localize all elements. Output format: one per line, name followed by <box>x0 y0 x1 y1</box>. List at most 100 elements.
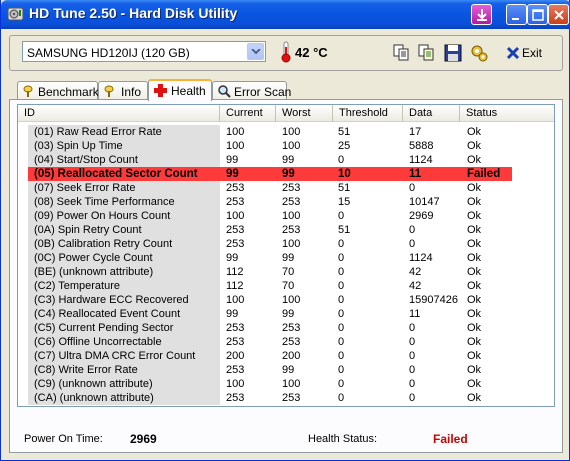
options-icon[interactable] <box>470 44 488 62</box>
cell-worst: 253 <box>282 392 301 404</box>
table-row[interactable]: (01) Raw Read Error Rate 100 100 51 17 Ok <box>18 125 554 139</box>
cell-status: Ok <box>467 336 482 348</box>
cell-worst: 100 <box>282 126 301 138</box>
table-row[interactable]: (BE) (unknown attribute) 112 70 0 42 Ok <box>18 265 554 279</box>
maximize-button[interactable] <box>527 4 548 25</box>
cell-data: 42 <box>409 280 422 292</box>
tab-health[interactable]: Health <box>148 79 212 101</box>
column-header-status[interactable]: Status <box>460 105 554 122</box>
cell-status: Ok <box>467 280 482 292</box>
cell-data: 2969 <box>409 210 434 222</box>
table-row[interactable]: (07) Seek Error Rate 253 253 51 0 Ok <box>18 181 554 195</box>
cell-current: 253 <box>226 224 245 236</box>
table-row[interactable]: (08) Seek Time Performance 253 253 15 10147 O… <box>18 195 554 209</box>
cell-threshold: 0 <box>338 154 345 166</box>
tray-button[interactable] <box>471 4 492 25</box>
cell-threshold: 0 <box>338 392 345 404</box>
tab-benchmark[interactable]: Benchmark <box>17 81 99 100</box>
cell-status: Ok <box>467 154 482 166</box>
table-row[interactable]: (CA) (unknown attribute) 253 253 0 0 Ok <box>18 391 554 405</box>
power-on-time-value: 2969 <box>130 432 157 446</box>
table-row[interactable]: (C3) Hardware ECC Recovered 100 100 0 159074… <box>18 293 554 307</box>
cell-worst: 253 <box>282 224 301 236</box>
cell-id: (08) Seek Time Performance <box>34 196 175 208</box>
cell-current: 253 <box>226 182 245 194</box>
table-row[interactable]: (05) Reallocated Sector Count 99 99 10 11 Fai… <box>18 167 554 181</box>
column-header-id[interactable]: ID <box>18 105 220 122</box>
cell-threshold: 25 <box>338 140 351 152</box>
tab-info-label: Info <box>121 85 142 99</box>
maximize-icon <box>532 9 544 21</box>
column-header-current[interactable]: Current <box>220 105 276 122</box>
minimize-icon <box>512 18 519 20</box>
cell-data: 0 <box>409 238 416 250</box>
smart-attribute-table[interactable]: ID Current Worst Threshold Data Status (… <box>17 104 555 407</box>
table-row[interactable]: (C6) Offline Uncorrectable 253 253 0 0 Ok <box>18 335 554 349</box>
cell-id: (0A) Spin Retry Count <box>34 224 142 236</box>
cell-worst: 70 <box>282 266 295 278</box>
cell-worst: 70 <box>282 280 295 292</box>
cell-data: 0 <box>409 392 416 404</box>
cell-current: 99 <box>226 154 239 166</box>
cell-id: (07) Seek Error Rate <box>34 182 136 194</box>
cell-threshold: 0 <box>338 294 345 306</box>
table-row[interactable]: (C8) Write Error Rate 253 99 0 0 Ok <box>18 363 554 377</box>
table-row[interactable]: (C4) Reallocated Event Count 99 99 0 11 Ok <box>18 307 554 321</box>
table-row[interactable]: (03) Spin Up Time 100 100 25 5888 Ok <box>18 139 554 153</box>
copy-icon[interactable] <box>392 44 410 62</box>
cell-status: Ok <box>467 322 482 334</box>
tab-info[interactable]: Info <box>98 81 148 100</box>
cell-worst: 99 <box>282 364 295 376</box>
cell-status: Failed <box>467 168 501 180</box>
cell-worst: 253 <box>282 322 301 334</box>
table-row[interactable]: (0B) Calibration Retry Count 253 100 0 0 Ok <box>18 237 554 251</box>
drive-select[interactable]: SAMSUNG HD120IJ (120 GB) <box>22 41 266 62</box>
close-button[interactable] <box>548 4 569 25</box>
table-row[interactable]: (0A) Spin Retry Count 253 253 51 0 Ok <box>18 223 554 237</box>
drive-select-dropdown-button[interactable] <box>247 43 264 60</box>
cell-id: (C8) Write Error Rate <box>34 364 138 376</box>
table-row[interactable]: (04) Start/Stop Count 99 99 0 1124 Ok <box>18 153 554 167</box>
copy-all-icon[interactable] <box>417 44 435 62</box>
exit-button[interactable]: Exit <box>506 44 550 62</box>
cell-worst: 253 <box>282 182 301 194</box>
health-status-value: Failed <box>433 432 468 446</box>
cell-status: Ok <box>467 364 482 376</box>
cell-id: (0C) Power Cycle Count <box>34 252 153 264</box>
column-header-worst[interactable]: Worst <box>276 105 333 122</box>
column-header-data[interactable]: Data <box>403 105 460 122</box>
cell-worst: 200 <box>282 350 301 362</box>
cell-current: 100 <box>226 210 245 222</box>
cell-threshold: 15 <box>338 196 351 208</box>
cell-id: (C4) Reallocated Event Count <box>34 308 181 320</box>
cell-current: 100 <box>226 378 245 390</box>
cell-threshold: 10 <box>338 168 351 180</box>
column-header-threshold[interactable]: Threshold <box>333 105 403 122</box>
title-bar[interactable]: HD Tune 2.50 - Hard Disk Utility <box>1 0 570 29</box>
cell-data: 10147 <box>409 196 440 208</box>
cell-current: 253 <box>226 336 245 348</box>
chevron-down-icon <box>251 49 261 55</box>
cell-id: (C3) Hardware ECC Recovered <box>34 294 189 306</box>
close-icon <box>554 10 564 20</box>
table-header: ID Current Worst Threshold Data Status <box>18 105 554 122</box>
minimize-button[interactable] <box>506 4 527 25</box>
table-row[interactable]: (C2) Temperature 112 70 0 42 Ok <box>18 279 554 293</box>
save-icon[interactable] <box>444 44 462 62</box>
table-row[interactable]: (0C) Power Cycle Count 99 99 0 1124 Ok <box>18 251 554 265</box>
cell-data: 0 <box>409 336 416 348</box>
cell-current: 99 <box>226 168 239 180</box>
table-row[interactable]: (09) Power On Hours Count 100 100 0 2969 Ok <box>18 209 554 223</box>
cell-current: 100 <box>226 140 245 152</box>
health-cross-icon <box>154 84 167 97</box>
cell-threshold: 0 <box>338 378 345 390</box>
cell-data: 0 <box>409 182 416 194</box>
cell-current: 112 <box>226 280 244 292</box>
table-row[interactable]: (C7) Ultra DMA CRC Error Count 200 200 0 0 Ok <box>18 349 554 363</box>
info-icon <box>104 85 114 97</box>
tab-error-scan[interactable]: Error Scan <box>212 81 291 100</box>
cell-data: 1124 <box>409 154 433 166</box>
cell-threshold: 0 <box>338 336 345 348</box>
table-row[interactable]: (C9) (unknown attribute) 100 100 0 0 Ok <box>18 377 554 391</box>
table-row[interactable]: (C5) Current Pending Sector 253 253 0 0 Ok <box>18 321 554 335</box>
